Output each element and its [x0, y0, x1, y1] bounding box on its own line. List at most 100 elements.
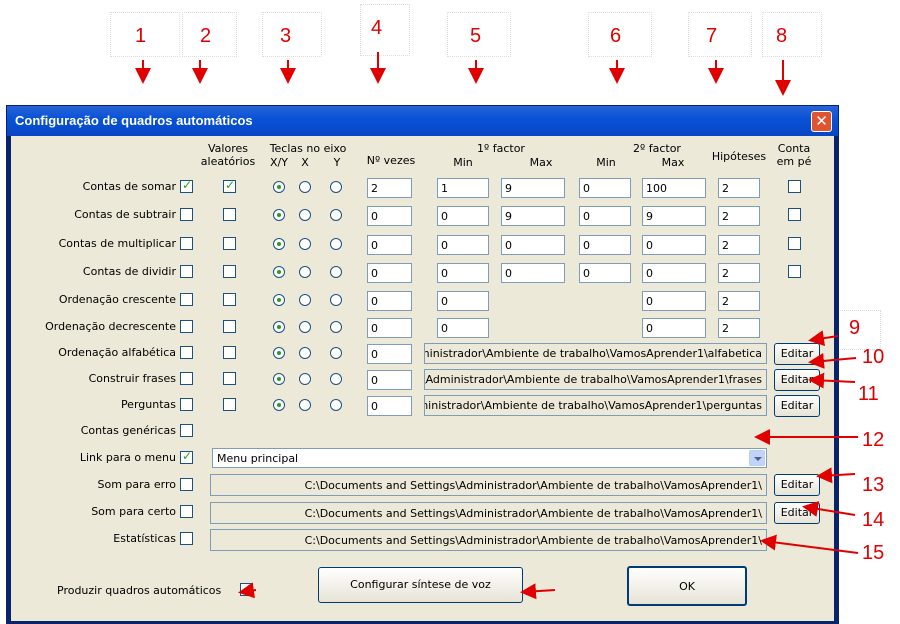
axis-radio-xy[interactable]	[273, 321, 285, 333]
axis-radio-y[interactable]	[330, 209, 342, 221]
factor2-max-input[interactable]: 100	[642, 178, 706, 198]
ok-button[interactable]: OK	[627, 566, 747, 606]
edit-perguntas-button[interactable]: Editar	[774, 395, 820, 417]
row-checkbox-som-certo[interactable]	[180, 505, 193, 518]
perguntas-path-field[interactable]: C:\Documents and Settings\Administrador\…	[424, 395, 767, 416]
som-certo-path-field[interactable]: C:\Documents and Settings\Administrador\…	[210, 502, 767, 524]
axis-radio-y[interactable]	[330, 373, 342, 385]
axis-radio-x[interactable]	[299, 181, 311, 193]
factor2-min-input[interactable]: 0	[579, 178, 631, 198]
n-vezes-input[interactable]: 0	[367, 206, 412, 226]
axis-radio-xy[interactable]	[273, 294, 285, 306]
aleatorios-checkbox-ord-alfabetica[interactable]	[223, 346, 236, 359]
factor1-min-input[interactable]: 0	[437, 318, 489, 338]
axis-radio-xy[interactable]	[273, 347, 285, 359]
hipoteses-input[interactable]: 2	[718, 318, 760, 338]
row-checkbox-ord-crescente[interactable]	[180, 293, 193, 306]
row-checkbox-construir-frases[interactable]	[180, 372, 193, 385]
factor2-max-input[interactable]: 0	[642, 263, 706, 283]
n-vezes-input[interactable]: 2	[367, 178, 412, 198]
hipoteses-input[interactable]: 2	[718, 206, 760, 226]
n-vezes-input[interactable]: 0	[367, 318, 412, 338]
factor1-max-input[interactable]: 9	[501, 206, 565, 226]
row-checkbox-estatisticas[interactable]	[180, 532, 193, 545]
axis-radio-y[interactable]	[330, 294, 342, 306]
factor1-max-input[interactable]: 9	[501, 178, 565, 198]
factor2-max-input[interactable]: 9	[642, 206, 706, 226]
aleatorios-checkbox-ord-crescente[interactable]	[223, 293, 236, 306]
edit-som-erro-button[interactable]: Editar	[774, 474, 820, 496]
row-checkbox-ord-decrescente[interactable]	[180, 320, 193, 333]
row-checkbox-som-erro[interactable]	[180, 478, 193, 491]
chevron-down-icon[interactable]	[749, 450, 765, 466]
configurar-sintese-voz-button[interactable]: Configurar síntese de voz	[318, 567, 523, 603]
axis-radio-y[interactable]	[330, 347, 342, 359]
axis-radio-xy[interactable]	[273, 266, 285, 278]
axis-radio-xy[interactable]	[273, 373, 285, 385]
hipoteses-input[interactable]: 2	[718, 178, 760, 198]
axis-radio-x[interactable]	[299, 373, 311, 385]
factor2-max-input[interactable]: 0	[642, 291, 706, 311]
aleatorios-checkbox-somar[interactable]	[223, 178, 236, 193]
axis-radio-x[interactable]	[299, 321, 311, 333]
estatisticas-path-field[interactable]: C:\Documents and Settings\Administrador\…	[210, 529, 767, 551]
factor2-max-input[interactable]: 0	[642, 318, 706, 338]
row-checkbox-ord-alfabetica[interactable]	[180, 346, 193, 359]
n-vezes-input[interactable]: 0	[367, 235, 412, 255]
axis-radio-y[interactable]	[330, 266, 342, 278]
axis-radio-xy[interactable]	[273, 209, 285, 221]
close-button[interactable]: ✕	[811, 111, 832, 132]
row-checkbox-multiplicar[interactable]	[180, 237, 193, 250]
edit-som-certo-button[interactable]: Editar	[774, 502, 820, 524]
conta-em-pe-checkbox-multiplicar[interactable]	[788, 237, 801, 250]
aleatorios-checkbox-dividir[interactable]	[223, 265, 236, 278]
axis-radio-x[interactable]	[299, 238, 311, 250]
axis-radio-x[interactable]	[299, 209, 311, 221]
edit-alfabetica-button[interactable]: Editar	[774, 343, 820, 365]
menu-link-select[interactable]: Menu principal	[212, 448, 767, 468]
aleatorios-checkbox-perguntas[interactable]	[223, 398, 236, 411]
factor1-min-input[interactable]: 0	[437, 291, 489, 311]
factor1-min-input[interactable]: 0	[437, 235, 489, 255]
row-checkbox-somar[interactable]	[180, 178, 193, 193]
axis-radio-y[interactable]	[330, 321, 342, 333]
aleatorios-checkbox-ord-decrescente[interactable]	[223, 320, 236, 333]
hipoteses-input[interactable]: 2	[718, 291, 760, 311]
hipoteses-input[interactable]: 2	[718, 263, 760, 283]
row-checkbox-subtrair[interactable]	[180, 208, 193, 221]
factor2-min-input[interactable]: 0	[579, 263, 631, 283]
axis-radio-x[interactable]	[299, 347, 311, 359]
produzir-quadros-checkbox[interactable]	[240, 581, 253, 596]
n-vezes-input[interactable]: 0	[367, 291, 412, 311]
factor1-min-input[interactable]: 1	[437, 178, 489, 198]
n-vezes-input[interactable]: 0	[367, 396, 412, 416]
title-bar[interactable]: Configuração de quadros automáticos ✕	[7, 106, 838, 136]
conta-em-pe-checkbox-subtrair[interactable]	[788, 208, 801, 221]
axis-radio-x[interactable]	[299, 294, 311, 306]
axis-radio-xy[interactable]	[273, 238, 285, 250]
factor1-max-input[interactable]: 0	[501, 235, 565, 255]
aleatorios-checkbox-construir-frases[interactable]	[223, 372, 236, 385]
axis-radio-x[interactable]	[299, 266, 311, 278]
aleatorios-checkbox-multiplicar[interactable]	[223, 237, 236, 250]
axis-radio-xy[interactable]	[273, 399, 285, 411]
n-vezes-input[interactable]: 0	[367, 344, 412, 364]
factor2-min-input[interactable]: 0	[579, 206, 631, 226]
som-erro-path-field[interactable]: C:\Documents and Settings\Administrador\…	[210, 474, 767, 496]
aleatorios-checkbox-subtrair[interactable]	[223, 208, 236, 221]
factor2-max-input[interactable]: 0	[642, 235, 706, 255]
factor1-min-input[interactable]: 0	[437, 263, 489, 283]
edit-frases-button[interactable]: Editar	[774, 369, 820, 391]
conta-em-pe-checkbox-dividir[interactable]	[788, 265, 801, 278]
factor1-max-input[interactable]: 0	[501, 263, 565, 283]
axis-radio-y[interactable]	[330, 181, 342, 193]
row-checkbox-contas-genericas[interactable]	[180, 424, 193, 437]
axis-radio-y[interactable]	[330, 238, 342, 250]
alfabetica-path-field[interactable]: C:\Documents and Settings\Administrador\…	[424, 343, 767, 364]
frases-path-field[interactable]: C:\Documents and Settings\Administrador\…	[424, 369, 767, 390]
conta-em-pe-checkbox-somar[interactable]	[788, 180, 801, 193]
factor2-min-input[interactable]: 0	[579, 235, 631, 255]
factor1-min-input[interactable]: 0	[437, 206, 489, 226]
row-checkbox-perguntas[interactable]	[180, 398, 193, 411]
row-checkbox-link-menu[interactable]	[180, 449, 193, 464]
